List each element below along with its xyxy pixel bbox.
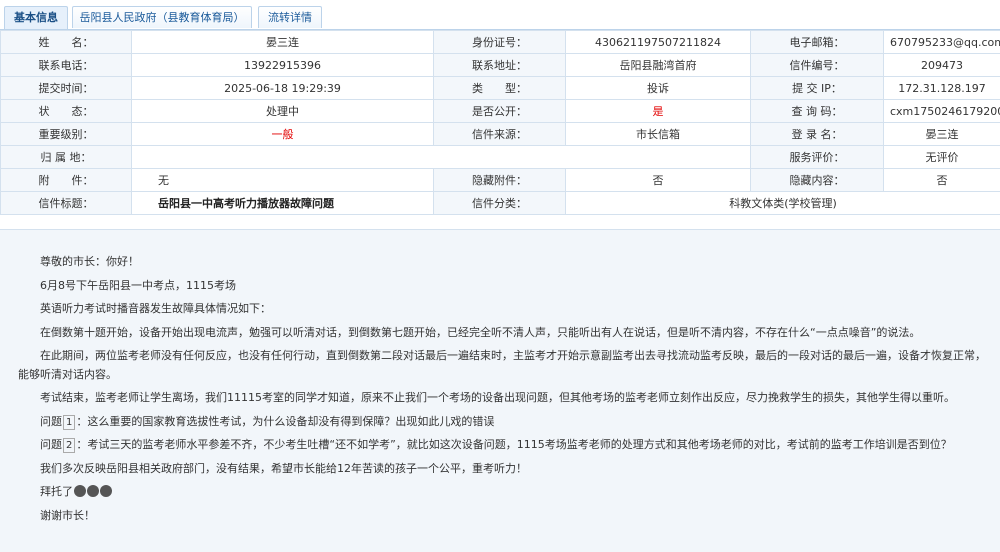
email-value: 670795233@qq.com [883, 30, 1000, 54]
tab-handling-department[interactable]: 岳阳县人民政府（县教育体育局） [72, 6, 252, 28]
attachment-value: 无 [131, 168, 434, 192]
letter-source-value: 市长信箱 [565, 122, 751, 146]
question-number: 2 [63, 438, 76, 453]
table-row: 联系电话： 13922915396 联系地址： 岳阳县融湾首府 信件编号： 20… [0, 53, 1000, 77]
question-label: 问题 [40, 414, 62, 428]
letter-category-value: 科教文体类(学校管理) [565, 191, 1000, 215]
letter-question-1: 问题 1 ：这么重要的国家教育选拔性考试，为什么设备却没有得到保障？出现如此儿戏的错… [0, 410, 1000, 434]
tab-bar: 基本信息 岳阳县人民政府（县教育体育局） 流转详情 [0, 0, 1000, 30]
address-value: 岳阳县融湾首府 [565, 53, 751, 77]
hide-attachment-value: 否 [565, 168, 751, 192]
letter-title-label: 信件标题： [0, 191, 132, 215]
letter-category-label: 信件分类： [433, 191, 566, 215]
priority-value: 一般 [131, 122, 434, 146]
hide-attachment-label: 隐藏附件： [433, 168, 566, 192]
type-value: 投诉 [565, 76, 751, 100]
letter-closing-please: 拜托了 [0, 480, 1000, 504]
letter-paragraph: 英语听力考试时播音器发生故障具体情况如下： [40, 302, 271, 315]
crying-face-icon [74, 485, 86, 497]
table-row: 附 件： 无 隐藏附件： 否 隐藏内容： 否 [0, 168, 1000, 192]
hide-content-value: 否 [883, 168, 1000, 192]
hide-content-label: 隐藏内容： [750, 168, 884, 192]
table-row: 信件标题： 岳阳县一中高考听力播放器故障问题 信件分类： 科教文体类(学校管理) [0, 191, 1000, 215]
letter-content: 尊敬的市长：你好！ 6月8号下午岳阳县一中考点，1115考场 英语听力考试时播音… [0, 229, 1000, 552]
letter-title-value: 岳阳县一中高考听力播放器故障问题 [131, 191, 434, 215]
letter-number-value: 209473 [883, 53, 1000, 77]
table-row: 状 态： 处理中 是否公开： 是 查 询 码： cxm1750246179200 [0, 99, 1000, 123]
type-label: 类 型： [433, 76, 566, 100]
letter-number-label: 信件编号： [750, 53, 884, 77]
login-name-value: 晏三连 [883, 122, 1000, 146]
question-number: 1 [63, 414, 76, 430]
login-name-label: 登 录 名： [750, 122, 884, 146]
address-label: 联系地址： [433, 53, 566, 77]
service-rating-value: 无评价 [883, 145, 1000, 169]
submit-ip-label: 提 交 IP： [750, 76, 884, 100]
letter-paragraph: 我们多次反映岳阳县相关政府部门，没有结果，希望市长能给12年苦读的孩子一个公平，… [40, 461, 527, 475]
letter-closing-thanks: 谢谢市长！ [40, 508, 95, 522]
submit-time-label: 提交时间： [0, 76, 132, 100]
closing-text: 拜托了 [40, 485, 73, 498]
name-label: 姓 名： [0, 30, 132, 54]
letter-paragraph: 考试结束，监考老师让学生离场，我们11115考室的同学才知道，原来不止我们一个考… [40, 391, 955, 404]
status-value: 处理中 [131, 99, 434, 123]
submit-time-value: 2025-06-18 19:29:39 [131, 76, 434, 100]
service-rating-label: 服务评价： [750, 145, 884, 169]
name-value: 晏三连 [131, 30, 434, 54]
query-code-value: cxm1750246179200 [883, 99, 1000, 123]
is-public-value: 是 [565, 99, 751, 123]
phone-label: 联系电话： [0, 53, 132, 77]
tab-basic-info[interactable]: 基本信息 [4, 6, 68, 29]
region-label: 归 属 地： [0, 145, 132, 169]
attachment-label: 附 件： [0, 168, 132, 192]
crying-face-icon [100, 485, 112, 497]
region-value [131, 145, 751, 169]
letter-paragraph: 在此期间，两位监考老师没有任何反应，也没有任何行动，直到倒数第二段对话最后一遍结… [18, 349, 986, 381]
status-label: 状 态： [0, 99, 132, 123]
id-number-label: 身份证号： [433, 30, 566, 54]
table-row: 重要级别： 一般 信件来源： 市长信箱 登 录 名： 晏三连 [0, 122, 1000, 146]
email-label: 电子邮箱： [750, 30, 884, 54]
letter-paragraph: 在倒数第十题开始，设备开始出现电流声，勉强可以听清对话，到倒数第七题开始，已经完… [40, 325, 921, 339]
submit-ip-value: 172.31.128.197 [883, 76, 1000, 100]
id-number-value: 430621197507211824 [565, 30, 751, 54]
is-public-label: 是否公开： [433, 99, 566, 123]
crying-face-icon [87, 485, 99, 497]
question-text: ：这么重要的国家教育选拔性考试，为什么设备却没有得到保障？出现如此儿戏的错误 [76, 414, 495, 428]
query-code-label: 查 询 码： [750, 99, 884, 123]
letter-info-table: 姓 名： 晏三连 身份证号： 430621197507211824 电子邮箱： … [0, 30, 1000, 215]
tab-transfer-details[interactable]: 流转详情 [258, 6, 322, 28]
table-row: 提交时间： 2025-06-18 19:29:39 类 型： 投诉 提 交 IP… [0, 76, 1000, 100]
priority-label: 重要级别： [0, 122, 132, 146]
letter-source-label: 信件来源： [433, 122, 566, 146]
letter-greeting: 尊敬的市长：你好！ [40, 255, 139, 268]
table-row: 姓 名： 晏三连 身份证号： 430621197507211824 电子邮箱： … [0, 30, 1000, 54]
question-text: ：考试三天的监考老师水平参差不齐，不少考生吐槽“还不如学考”，就比如这次设备问题… [76, 438, 952, 451]
phone-value: 13922915396 [131, 53, 434, 77]
question-label: 问题 [40, 438, 62, 451]
letter-paragraph: 6月8号下午岳阳县一中考点，1115考场 [40, 278, 236, 292]
letter-question-2: 问题 2 ：考试三天的监考老师水平参差不齐，不少考生吐槽“还不如学考”，就比如这次设… [0, 433, 1000, 457]
table-row: 归 属 地： 服务评价： 无评价 [0, 145, 1000, 169]
